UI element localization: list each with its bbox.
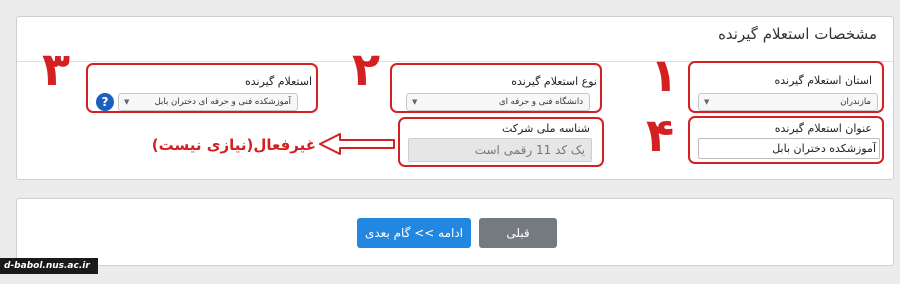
arrow-left-icon — [319, 133, 395, 155]
annotation-number-3: ۳ — [42, 42, 71, 96]
province-label: استان استعلام گیرنده — [774, 74, 872, 87]
province-select-value: مازندران — [840, 97, 871, 107]
recipient-label: استعلام گیرنده — [245, 75, 312, 88]
site-watermark: d-babol.nus.ac.ir — [0, 258, 98, 274]
chevron-down-icon: ▼ — [124, 98, 130, 106]
recipient-select[interactable]: آموزشکده فنی و حرفه ای دختران بابل ▼ — [118, 93, 298, 111]
next-step-button[interactable]: ادامه >> گام بعدی — [357, 218, 471, 248]
type-select-value: دانشگاه فنی و حرفه ای — [498, 97, 583, 107]
national-id-label: شناسه ملی شرکت — [501, 122, 590, 135]
type-label: نوع استعلام گیرنده — [511, 75, 597, 88]
question-icon[interactable]: ? — [96, 93, 114, 111]
province-select[interactable]: مازندران ▼ — [698, 93, 878, 111]
chevron-down-icon: ▼ — [704, 98, 710, 106]
type-select[interactable]: دانشگاه فنی و حرفه ای ▼ — [406, 93, 590, 111]
disabled-note: غیرفعال(نیازی نیست) — [151, 136, 316, 154]
previous-button[interactable]: قبلی — [479, 218, 557, 248]
national-id-input: یک کد 11 رقمی است — [408, 138, 592, 162]
panel-title: مشخصات استعلام گیرنده — [718, 25, 877, 43]
annotation-number-2: ۲ — [352, 42, 381, 96]
recipient-title-label: عنوان استعلام گیرنده — [774, 122, 872, 135]
chevron-down-icon: ▼ — [412, 98, 418, 106]
recipient-title-input[interactable]: آموزشکده دختران بابل — [698, 138, 880, 159]
recipient-select-value: آموزشکده فنی و حرفه ای دختران بابل — [154, 97, 291, 107]
annotation-number-1: ۱ — [650, 48, 679, 102]
annotation-number-4: ۴ — [646, 108, 675, 162]
